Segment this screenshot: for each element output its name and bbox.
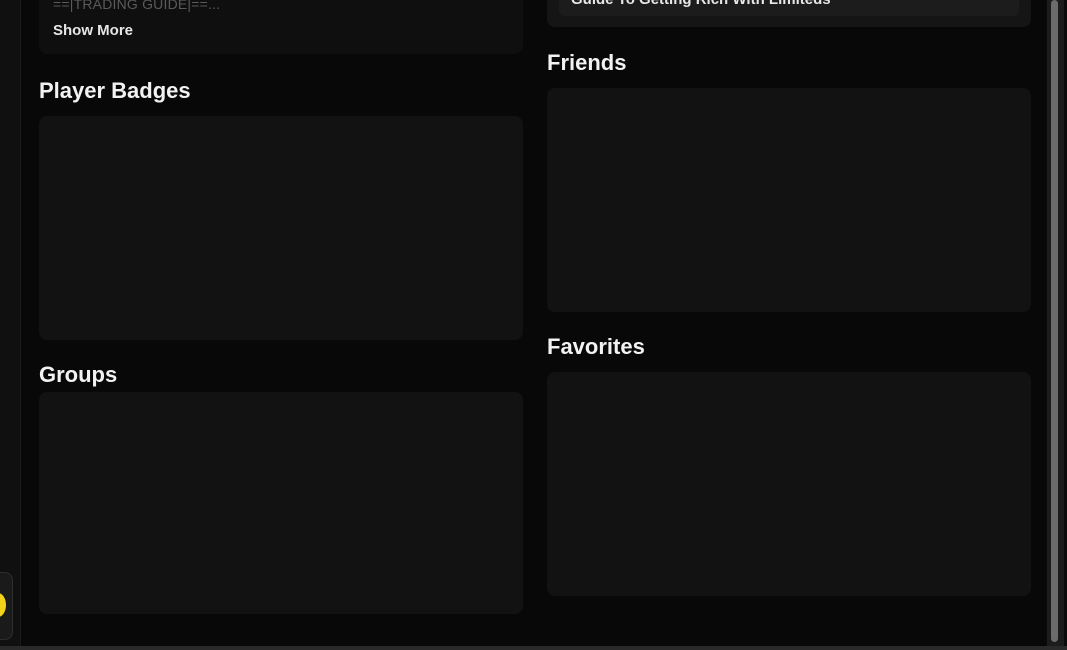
groups-panel <box>39 392 523 614</box>
vertical-scrollbar[interactable] <box>1047 0 1064 646</box>
yellow-avatar-icon <box>0 593 6 617</box>
player-badges-panel <box>39 116 523 340</box>
favorites-panel <box>547 372 1031 596</box>
about-card: ==|TRADING GUIDE|==... Show More <box>39 0 523 54</box>
favorites-title: Favorites <box>547 334 645 359</box>
bottom-divider <box>0 646 1067 650</box>
profile-page: ==|TRADING GUIDE|==... Show More Guide T… <box>0 0 1067 650</box>
friends-title: Friends <box>547 50 627 75</box>
player-badges-title: Player Badges <box>39 78 191 103</box>
top-right-card: Guide To Getting Rich With Limiteds <box>547 0 1031 27</box>
top-right-item[interactable]: Guide To Getting Rich With Limiteds <box>559 0 1019 16</box>
show-more-button[interactable]: Show More <box>53 22 133 39</box>
scrollbar-thumb[interactable] <box>1051 0 1058 642</box>
groups-title: Groups <box>39 362 118 387</box>
about-text: ==|TRADING GUIDE|==... <box>53 0 221 12</box>
friends-panel <box>547 88 1031 312</box>
top-right-item-label: Guide To Getting Rich With Limiteds <box>571 0 831 8</box>
left-rail <box>0 0 21 650</box>
side-widget[interactable] <box>0 572 13 640</box>
